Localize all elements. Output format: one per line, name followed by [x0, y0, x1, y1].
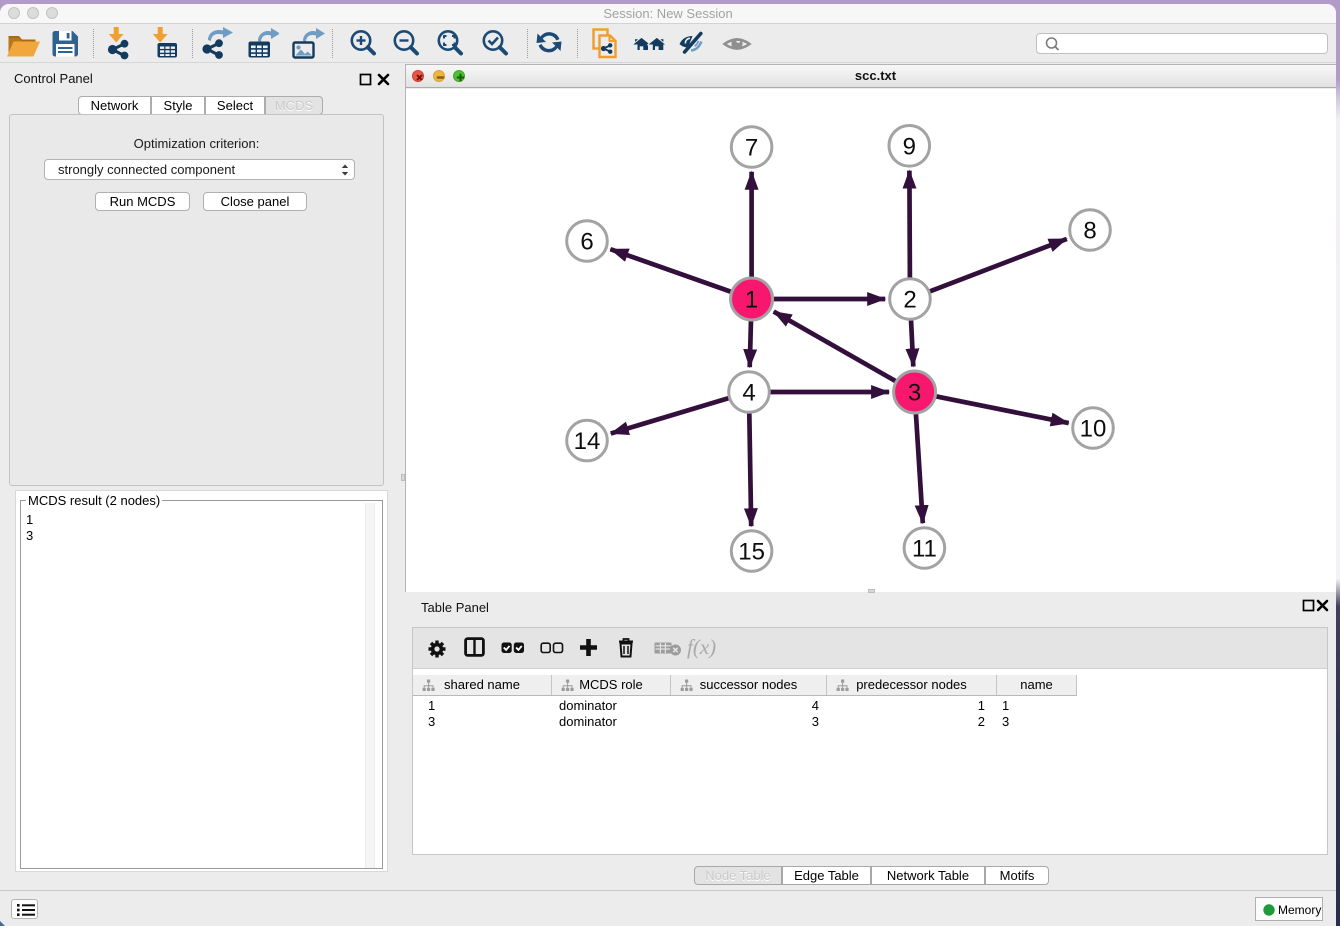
svg-text:3: 3	[908, 380, 921, 407]
svg-text:15: 15	[738, 539, 765, 566]
svg-text:14: 14	[574, 428, 601, 455]
svg-text:7: 7	[745, 135, 758, 162]
svg-text:8: 8	[1083, 218, 1096, 245]
svg-text:11: 11	[912, 536, 937, 563]
svg-text:6: 6	[580, 229, 593, 256]
svg-text:4: 4	[742, 380, 755, 407]
svg-text:9: 9	[903, 133, 916, 160]
svg-text:10: 10	[1080, 416, 1107, 443]
svg-text:1: 1	[745, 287, 758, 314]
svg-text:2: 2	[903, 287, 916, 314]
